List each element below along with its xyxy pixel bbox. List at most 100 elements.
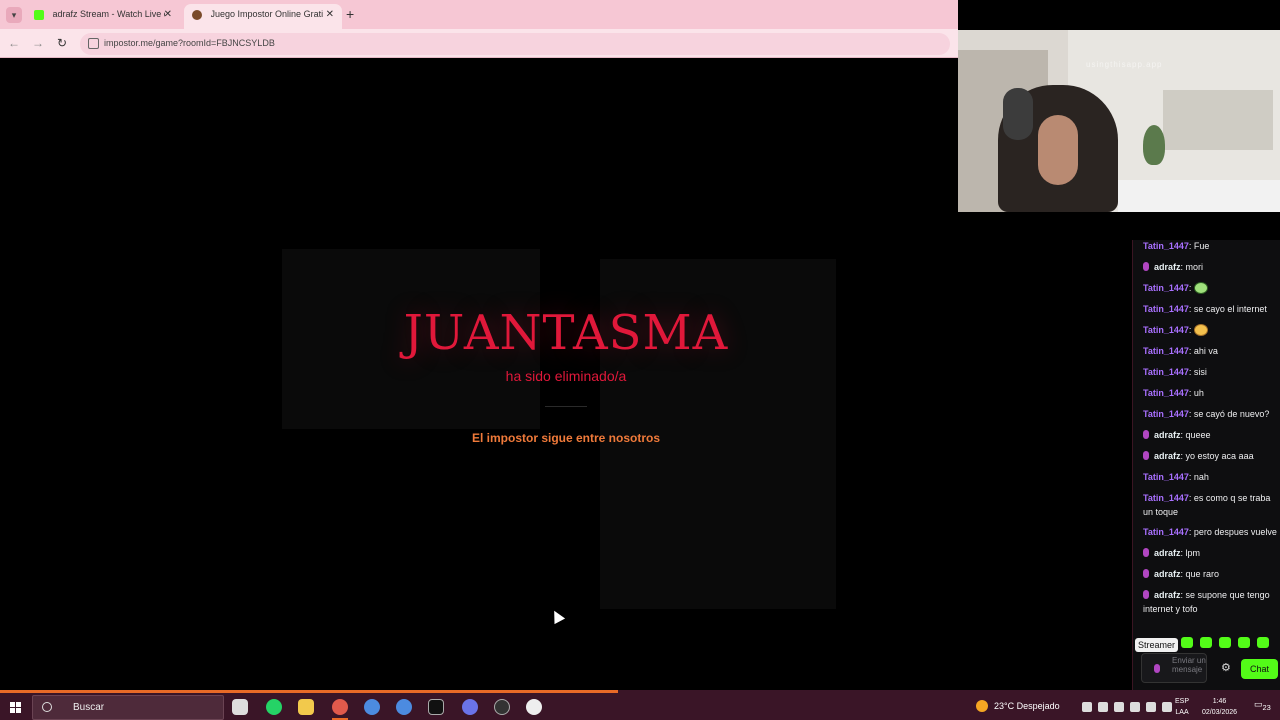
chat-username[interactable]: Tatin_1447 (1143, 283, 1189, 293)
chrome-profile-icon[interactable] (396, 699, 412, 715)
chat-message: Tatin_1447: nah (1143, 472, 1209, 482)
result-message: El impostor sigue entre nosotros (471, 431, 661, 445)
chat-text: lpm (1185, 548, 1201, 558)
chat-username[interactable]: Tatin_1447 (1143, 409, 1189, 419)
emote-icon[interactable] (1257, 637, 1269, 648)
chat-text: sisi (1193, 367, 1207, 377)
chat-username[interactable]: adrafz (1154, 590, 1181, 600)
chat-username[interactable]: Tatin_1447 (1143, 493, 1189, 503)
chat-username[interactable]: Tatin_1447 (1143, 241, 1189, 251)
chat-username[interactable]: Tatin_1447 (1143, 346, 1189, 356)
eliminated-subtitle: ha sido eliminado/a (505, 368, 627, 384)
chat-username[interactable]: Tatin_1447 (1143, 325, 1189, 335)
taskbar-search-label: Buscar (73, 702, 105, 713)
chat-message: Tatin_1447: uh (1143, 388, 1204, 398)
chat-message: adrafz: queee (1143, 428, 1277, 442)
gear-icon[interactable]: ⚙ (1221, 661, 1231, 674)
chat-message: Tatin_1447: se cayo el internet (1143, 304, 1267, 314)
whatsapp-icon[interactable] (266, 699, 282, 715)
chat-message: Tatin_1447: pero despues vuelve (1143, 527, 1277, 537)
chat-text: Fue (1193, 241, 1210, 251)
emote-icon[interactable] (1181, 637, 1193, 648)
taskbar-search[interactable]: Buscar (32, 695, 224, 720)
chat-message: Tatin_1447: se cayó de nuevo? (1143, 409, 1270, 419)
chat-username[interactable]: adrafz (1154, 451, 1181, 461)
browser-tab-kick[interactable]: adrafz Stream - Watch Live on Kick ✕ (26, 4, 180, 29)
notification-icon[interactable]: ▭23 (1254, 699, 1271, 712)
microphone-badge-icon (1143, 451, 1149, 460)
reload-icon[interactable]: ↻ (54, 35, 70, 51)
chat-username[interactable]: adrafz (1154, 569, 1181, 579)
microphone-icon[interactable] (1098, 702, 1108, 712)
weather-text: 23°C Despejado (994, 701, 1060, 711)
language-layout: LAA (1175, 709, 1189, 716)
chat-message: Tatin_1447: sisi (1143, 367, 1207, 377)
forward-arrow-icon[interactable]: → (30, 35, 46, 51)
tab-title: adrafz Stream - Watch Live on Kick (52, 9, 165, 20)
chat-text: se cayó de nuevo? (1193, 409, 1270, 419)
network-icon[interactable] (1146, 702, 1156, 712)
back-arrow-icon[interactable]: ← (6, 35, 22, 51)
tab-search-chevron-icon[interactable]: ▾ (6, 7, 22, 23)
webcam-watermark: usingthisapp.app (1086, 60, 1163, 69)
video-progress-remainder (618, 690, 1280, 693)
clock[interactable]: 1:46 02/03/2026 (1202, 696, 1237, 718)
emote-icon[interactable] (1219, 637, 1231, 648)
webcam-overlay: usingthisapp.app (958, 30, 1280, 212)
chat-message: adrafz: que raro (1143, 567, 1277, 581)
chevron-up-icon[interactable] (1082, 702, 1092, 712)
chat-message: adrafz: yo estoy aca aaa (1143, 449, 1277, 463)
chat-username[interactable]: Tatin_1447 (1143, 388, 1189, 398)
tab-close-icon[interactable]: ✕ (326, 4, 334, 25)
emote-icon[interactable] (1238, 637, 1250, 648)
task-view-icon[interactable] (232, 699, 248, 715)
chat-message: Tatin_1447: ahi va (1143, 346, 1218, 356)
chat-message: Tatin_1447: (1143, 281, 1277, 295)
microphone-icon (1154, 664, 1160, 673)
chat-username[interactable]: Tatin_1447 (1143, 367, 1189, 377)
cloud-icon[interactable] (1130, 702, 1140, 712)
chat-input[interactable]: Enviar un mensaje (1141, 653, 1207, 683)
chat-message: adrafz: se supone que tengo internet y t… (1143, 590, 1270, 614)
face-emote-icon (1193, 324, 1208, 336)
language-indicator[interactable]: ESP LAA (1175, 696, 1189, 718)
chrome-icon[interactable] (332, 699, 348, 715)
search-icon (42, 702, 52, 712)
windows-start-icon[interactable] (10, 702, 22, 714)
address-bar[interactable]: impostor.me/game?roomId=FBJNCSYLDB (80, 33, 950, 55)
chat-panel: adrafz: se supone que tengo internet y t… (1132, 240, 1280, 690)
browser-tab-impostor[interactable]: Juego Impostor Online Gratis - Impostor.… (184, 4, 342, 29)
file-explorer-icon[interactable] (298, 699, 314, 715)
kick-favicon-icon (34, 9, 44, 20)
chat-text: nah (1193, 472, 1209, 482)
chat-send-button[interactable]: Chat (1241, 659, 1278, 679)
webcam-headset (1003, 88, 1033, 140)
github-icon[interactable] (526, 699, 542, 715)
chat-username[interactable]: adrafz (1154, 430, 1181, 440)
chat-message: adrafz: mori (1143, 260, 1277, 274)
meet-icon[interactable] (1114, 702, 1124, 712)
chat-username[interactable]: Tatin_1447 (1143, 304, 1189, 314)
chat-username[interactable]: Tatin_1447 (1143, 527, 1189, 537)
browser-toolbar: ← → ↻ impostor.me/game?roomId=FBJNCSYLDB (0, 29, 958, 58)
tiktok-icon[interactable] (428, 699, 444, 715)
webcam-cabinet (1163, 90, 1273, 150)
chat-text: ahi va (1193, 346, 1218, 356)
emote-icon[interactable] (1200, 637, 1212, 648)
site-info-icon[interactable] (88, 38, 99, 49)
chrome-profile-icon[interactable] (364, 699, 380, 715)
chat-username[interactable]: adrafz (1154, 548, 1181, 558)
volume-icon[interactable] (1162, 702, 1172, 712)
eliminated-player-name: JUANTASMA (403, 305, 729, 361)
chat-message: Tatin_1447: es como q se traba un toque (1143, 493, 1271, 517)
discord-icon[interactable] (462, 699, 478, 715)
obs-icon[interactable] (494, 699, 510, 715)
chat-username[interactable]: Tatin_1447 (1143, 472, 1189, 482)
tab-close-icon[interactable]: ✕ (164, 4, 172, 25)
address-text: impostor.me/game?roomId=FBJNCSYLDB (104, 38, 275, 48)
plus-icon[interactable]: + (346, 6, 354, 22)
microphone-badge-icon (1143, 430, 1149, 439)
weather-widget[interactable]: 23°C Despejado (976, 700, 1060, 712)
taskbar: Buscar 23°C Despejado ESP LAA 1:46 02/03… (0, 690, 1280, 720)
chat-username[interactable]: adrafz (1154, 262, 1181, 272)
